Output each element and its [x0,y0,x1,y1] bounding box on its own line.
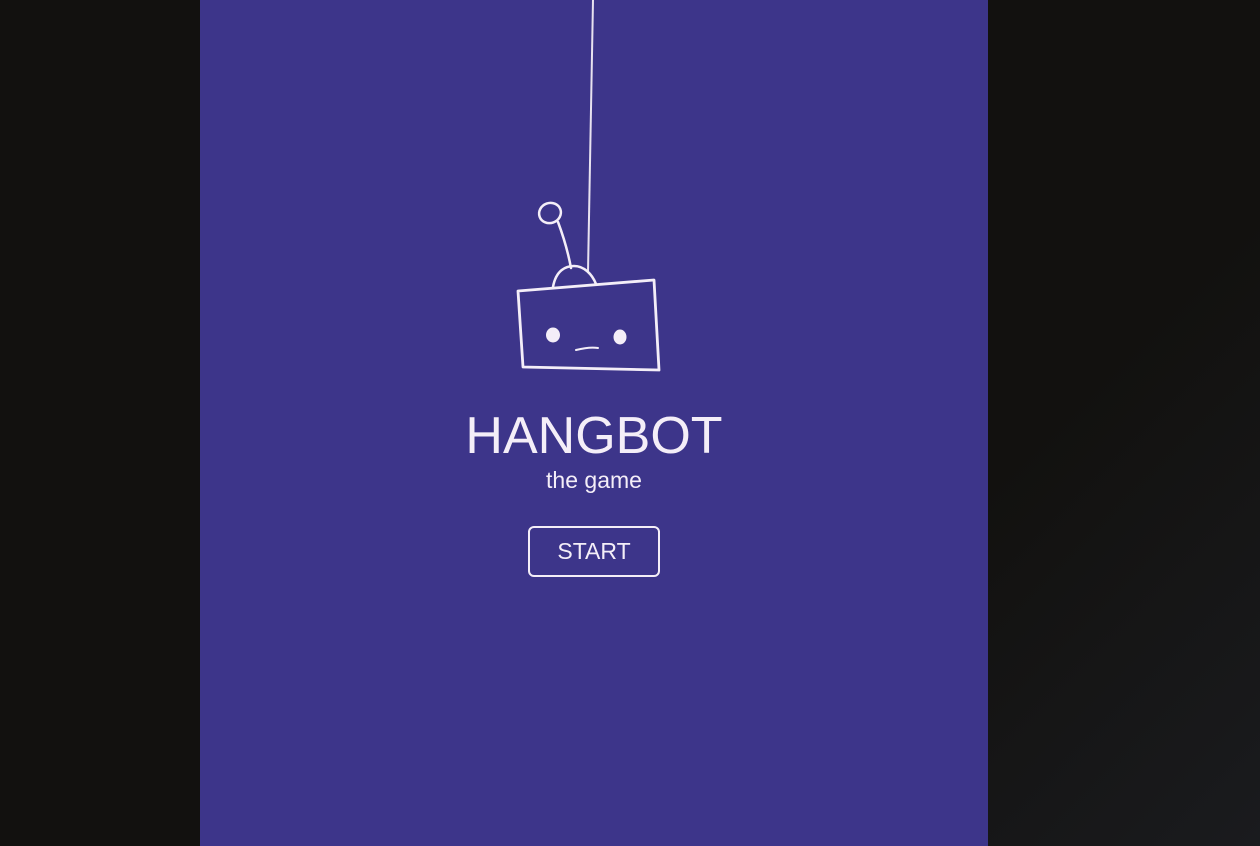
page: HANGBOT the game START [0,0,1260,846]
robot-right-eye [613,329,627,345]
hanging-robot-icon [516,0,661,372]
robot-string [587,0,594,273]
robot-antenna-stalk [556,220,573,270]
game-title: HANGBOT [465,407,723,465]
robot-left-eye [546,327,560,343]
start-button[interactable]: START [528,526,660,577]
game-panel: HANGBOT the game START [200,0,988,846]
robot-head [516,278,661,372]
game-subtitle: the game [546,467,642,493]
robot-antenna-ball [537,201,563,225]
